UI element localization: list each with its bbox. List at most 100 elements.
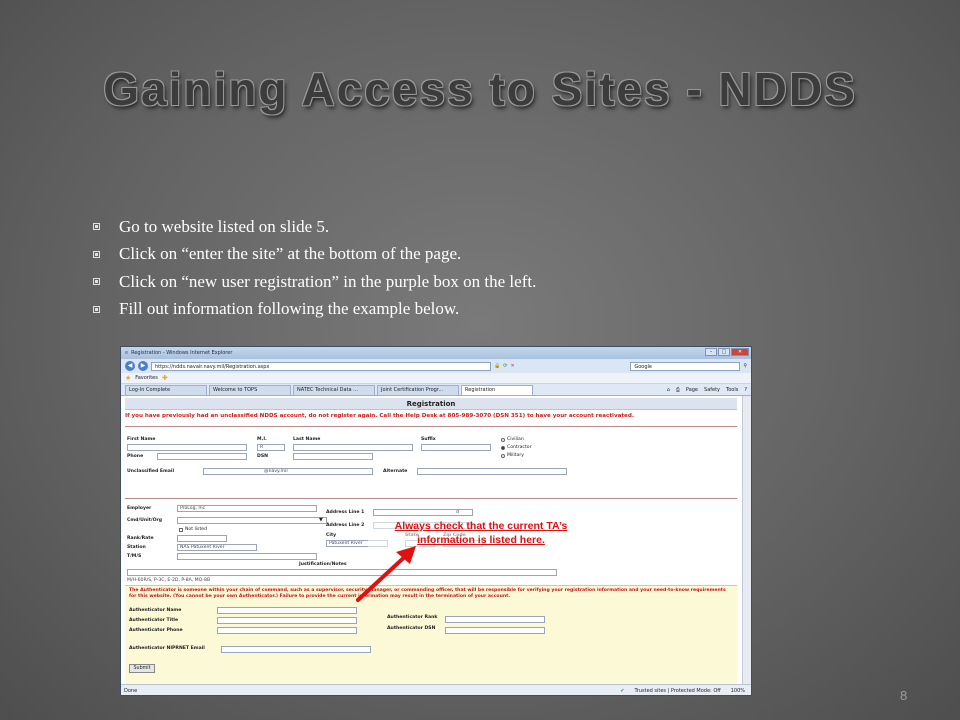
tab-joint-certification[interactable]: Joint Certification Progr...: [377, 385, 459, 395]
city-label: City: [326, 533, 337, 538]
justification-input[interactable]: [127, 569, 557, 576]
justification-label: Justification/Notes: [299, 562, 347, 567]
bullet-square-icon: [93, 305, 100, 313]
auth-rank-input[interactable]: [445, 616, 545, 623]
tools-menu[interactable]: Tools: [726, 385, 738, 395]
radio-selected-icon: [501, 445, 505, 450]
not-listed-checkbox[interactable]: Not listed: [179, 527, 207, 532]
alternate-label: Alternate: [383, 469, 408, 474]
lock-icon[interactable]: 🔒: [494, 363, 500, 369]
tab-natec-technical-data[interactable]: NATEC Technical Data ...: [293, 385, 375, 395]
address-line-2-label: Address Line 2: [326, 523, 365, 528]
tab-log-in-complete[interactable]: Log-In Complete: [125, 385, 207, 395]
auth-title-label: Authenticator Title: [129, 618, 179, 623]
auth-dsn-input[interactable]: [445, 627, 545, 634]
search-icon[interactable]: ⚲: [743, 363, 747, 369]
radio-military[interactable]: Military: [501, 453, 524, 458]
window-controls: – □ ✕: [705, 348, 749, 356]
auth-name-input[interactable]: [217, 607, 357, 614]
radio-circle-icon: [501, 437, 505, 442]
red-arrow-icon: [356, 546, 416, 602]
print-icon[interactable]: ⎙: [676, 385, 680, 395]
page-menu[interactable]: Page: [686, 385, 698, 395]
radio-contractor[interactable]: Contractor: [501, 445, 531, 450]
station-input[interactable]: NAS Patuxent River: [177, 544, 257, 551]
favorites-star-icon[interactable]: ★: [125, 374, 131, 382]
employer-input[interactable]: ProLog, Inc: [177, 505, 317, 512]
phone-input[interactable]: [157, 453, 247, 460]
rank-label: Rank/Rate: [127, 536, 154, 541]
auth-phone-input[interactable]: [217, 627, 357, 634]
close-button[interactable]: ✕: [731, 348, 749, 356]
auth-rank-label: Authenticator Rank: [387, 615, 438, 620]
rank-input[interactable]: [177, 535, 227, 542]
first-name-input[interactable]: [127, 444, 247, 451]
cmd-label: Cmd/Unit/Org: [127, 518, 163, 523]
slide-title: Gaining Access to Sites - NDDS: [103, 63, 857, 115]
auth-title-input[interactable]: [217, 617, 357, 624]
auth-email-input[interactable]: [221, 646, 371, 653]
minimize-button[interactable]: –: [705, 348, 717, 356]
mi-input[interactable]: R: [257, 444, 285, 451]
section-divider: [125, 498, 737, 499]
email-label: Unclassified Email: [127, 469, 175, 474]
status-indicators: ✔ Trusted sites | Protected Mode: Off 10…: [620, 688, 751, 694]
first-name-label: First Name: [127, 437, 156, 442]
zoom-level[interactable]: 100%: [731, 688, 745, 694]
bullet-item: Click on “enter the site” at the bottom …: [93, 241, 536, 269]
vertical-scrollbar[interactable]: [742, 396, 751, 684]
radio-civilian[interactable]: Civilian: [501, 437, 524, 442]
favorites-button[interactable]: Favorites: [135, 375, 158, 381]
authenticator-note: The Authenticator is someone within your…: [129, 588, 726, 599]
radio-circle-icon: [501, 453, 505, 458]
tab-registration[interactable]: Registration: [461, 385, 533, 395]
bullet-list: Go to website listed on slide 5. Click o…: [93, 213, 536, 323]
trusted-check-icon: ✔: [620, 687, 625, 694]
refresh-icon[interactable]: ⟳: [503, 363, 507, 369]
dsn-input[interactable]: [293, 453, 373, 460]
address-line-1-label: Address Line 1: [326, 510, 365, 515]
dsn-label: DSN: [257, 454, 268, 459]
email-input[interactable]: @navy.mil: [203, 468, 373, 475]
status-text: Done: [124, 687, 138, 694]
command-bar: ⌂ ⎙ Page Safety Tools ?: [667, 385, 751, 395]
favorites-bar: ★ Favorites ✚: [121, 373, 751, 384]
submit-button[interactable]: Submit: [129, 664, 155, 673]
mi-label: M.I.: [257, 437, 267, 442]
auth-phone-label: Authenticator Phone: [129, 628, 183, 633]
tms-input[interactable]: [177, 553, 317, 560]
authenticator-section: The Authenticator is someone within your…: [125, 585, 737, 684]
employer-label: Employer: [127, 506, 152, 511]
tms-label: T/M/S: [127, 554, 142, 559]
url-field[interactable]: https://ndds.navair.navy.mil/Registratio…: [151, 361, 491, 371]
stop-icon[interactable]: ✕: [510, 363, 514, 369]
page-number: 8: [900, 688, 908, 703]
bullet-square-icon: [93, 223, 100, 231]
alternate-input[interactable]: [417, 468, 567, 475]
cmd-select[interactable]: [177, 517, 327, 524]
back-button[interactable]: ◀: [125, 361, 135, 371]
auth-email-label: Authenticator NIPRNET Email: [129, 646, 205, 651]
help-icon[interactable]: ?: [744, 385, 747, 395]
search-field[interactable]: Google: [630, 361, 741, 371]
auth-dsn-label: Authenticator DSN: [387, 626, 436, 631]
window-title: Registration - Windows Internet Explorer: [131, 350, 233, 356]
tab-welcome-to-tops[interactable]: Welcome to TOPS: [209, 385, 291, 395]
forward-button[interactable]: ▶: [138, 361, 148, 371]
suffix-input[interactable]: [421, 444, 491, 451]
ie-icon: e: [125, 350, 129, 356]
window-titlebar: e Registration - Windows Internet Explor…: [121, 347, 751, 359]
bullet-item: Click on “new user registration” in the …: [93, 268, 536, 296]
station-label: Station: [127, 545, 146, 550]
auth-name-label: Authenticator Name: [129, 608, 182, 613]
address-line-1-input[interactable]: d: [373, 509, 473, 516]
registration-warning: If you have previously had an unclassifi…: [125, 413, 634, 419]
last-name-input[interactable]: [293, 444, 413, 451]
chevron-down-icon[interactable]: ▼: [319, 517, 323, 523]
add-favorite-icon[interactable]: ✚: [162, 374, 168, 382]
home-icon[interactable]: ⌂: [667, 385, 670, 395]
tab-bar: Log-In Complete Welcome to TOPS NATEC Te…: [121, 384, 751, 396]
security-zone[interactable]: Trusted sites | Protected Mode: Off: [634, 688, 720, 694]
safety-menu[interactable]: Safety: [704, 385, 720, 395]
maximize-button[interactable]: □: [718, 348, 730, 356]
